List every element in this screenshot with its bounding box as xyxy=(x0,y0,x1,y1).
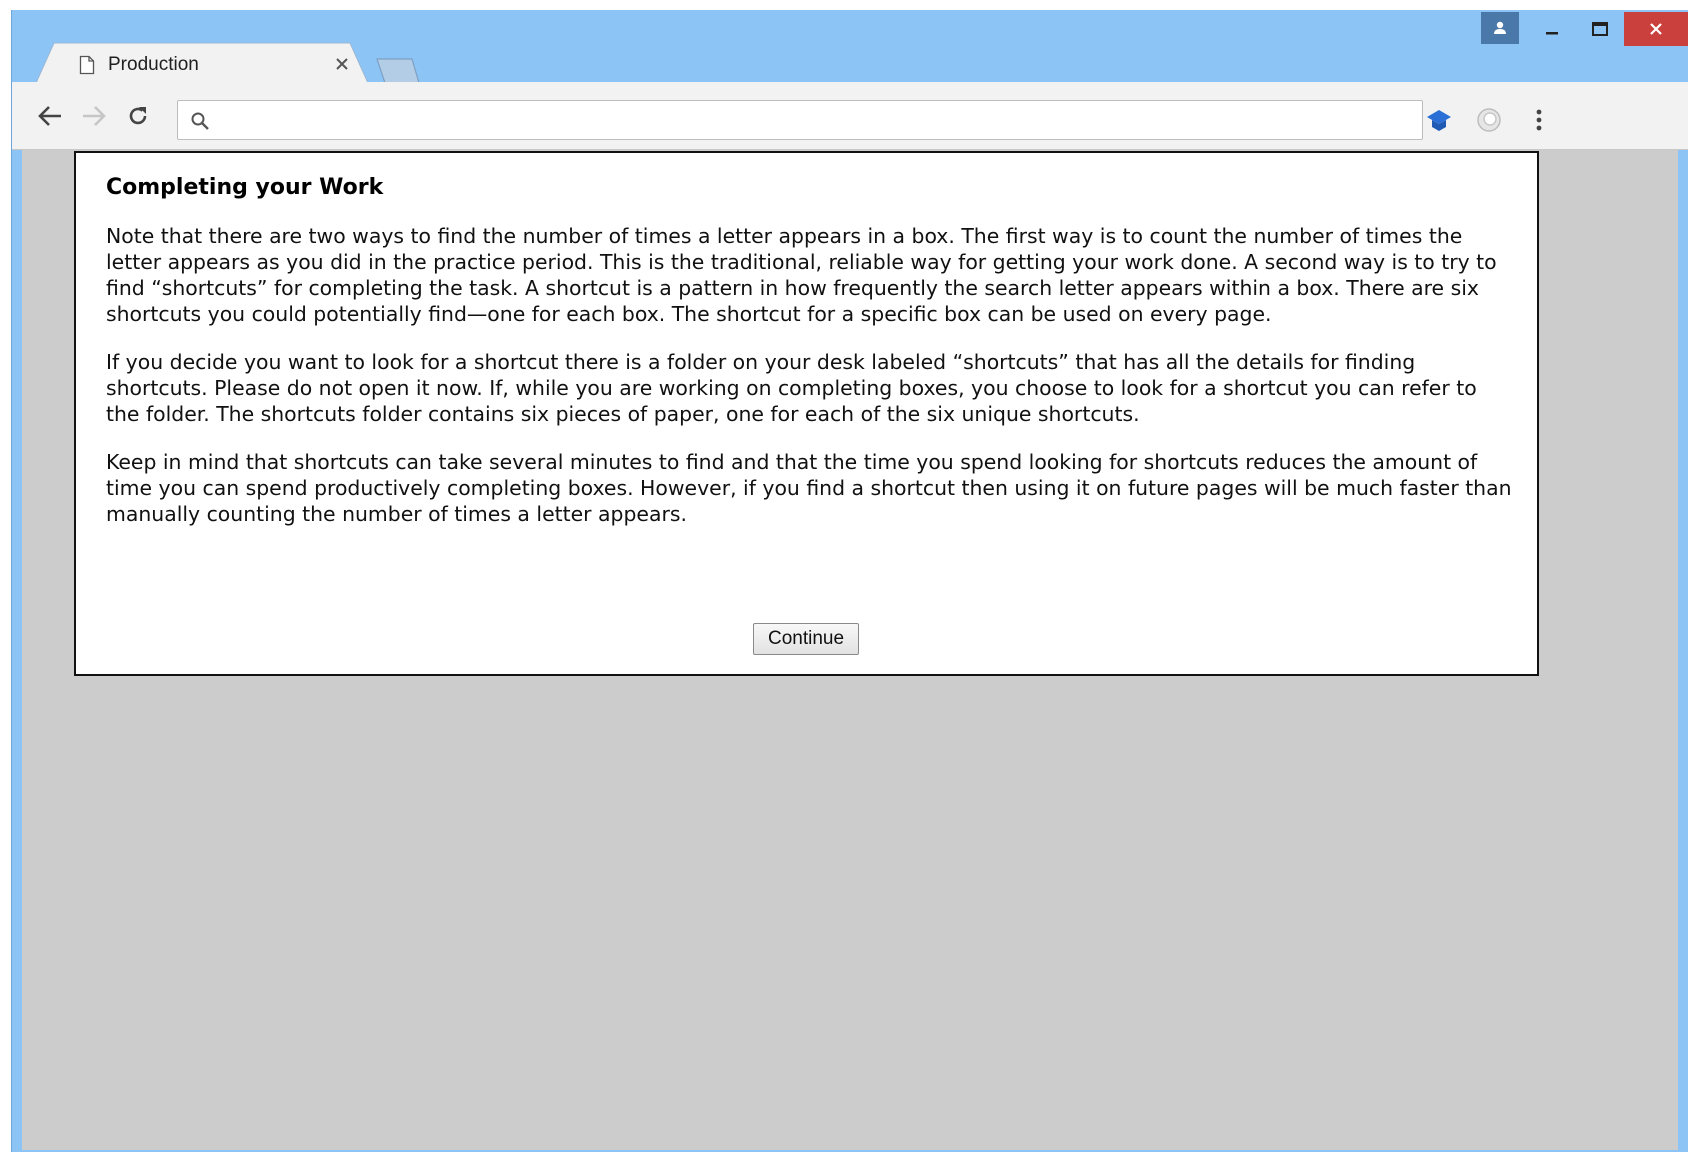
graduation-cap-icon xyxy=(1427,110,1451,131)
extension-button-2[interactable] xyxy=(1475,106,1503,134)
browser-window: Production Completing your Work Note tha… xyxy=(11,10,1688,1152)
menu-button[interactable] xyxy=(1525,106,1553,134)
minimize-icon xyxy=(1546,32,1558,35)
person-icon xyxy=(1494,21,1506,34)
back-button[interactable] xyxy=(36,102,64,130)
page-viewport: Completing your Work Note that there are… xyxy=(22,150,1678,1150)
close-icon xyxy=(1650,23,1662,35)
instructions-card: Completing your Work Note that there are… xyxy=(74,151,1539,676)
window-controls xyxy=(1528,12,1688,46)
arrow-right-icon xyxy=(83,106,106,126)
close-icon[interactable] xyxy=(332,54,352,74)
reload-button[interactable] xyxy=(124,102,152,130)
search-icon xyxy=(191,112,209,130)
page-title: Completing your Work xyxy=(106,175,384,200)
address-bar[interactable] xyxy=(177,100,1423,140)
paragraph-3: Keep in mind that shortcuts can take sev… xyxy=(106,450,1512,526)
circle-extension-icon xyxy=(1477,108,1501,132)
tab-title: Production xyxy=(108,54,199,75)
tab-production[interactable]: Production xyxy=(36,42,376,84)
new-tab-button[interactable] xyxy=(376,58,420,84)
maximize-icon xyxy=(1592,22,1608,36)
browser-toolbar xyxy=(12,82,1688,150)
minimize-button[interactable] xyxy=(1528,12,1576,46)
reload-icon xyxy=(129,107,147,125)
continue-button[interactable]: Continue xyxy=(753,623,859,655)
forward-button[interactable] xyxy=(80,102,108,130)
page-icon xyxy=(79,55,95,75)
address-input[interactable] xyxy=(222,105,1406,135)
kebab-menu-icon xyxy=(1536,109,1542,131)
close-window-button[interactable] xyxy=(1624,12,1688,46)
profile-button[interactable] xyxy=(1481,12,1519,44)
extension-button-1[interactable] xyxy=(1425,106,1453,134)
instructions-body: Note that there are two ways to find the… xyxy=(106,223,1516,549)
maximize-button[interactable] xyxy=(1576,12,1624,46)
arrow-left-icon xyxy=(38,106,61,126)
paragraph-1: Note that there are two ways to find the… xyxy=(106,224,1497,326)
paragraph-2: If you decide you want to look for a sho… xyxy=(106,350,1477,426)
